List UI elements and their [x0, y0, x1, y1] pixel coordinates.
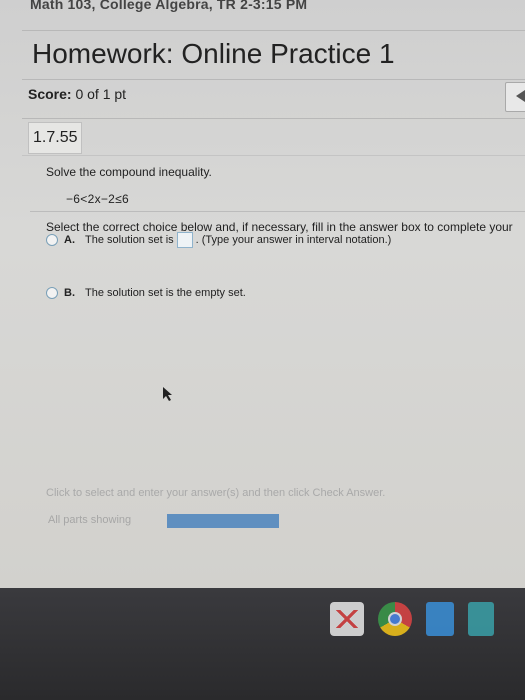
choice-b-letter: B.	[64, 287, 75, 299]
page-title: Homework: Online Practice 1	[32, 38, 395, 69]
choice-a-text-after: . (Type your answer in interval notation…	[195, 234, 392, 246]
inequality-expression: −6<2x−2≤6	[66, 192, 130, 206]
score-display: Score: 0 of 1 pt	[28, 86, 126, 102]
question-prompt: Solve the compound inequality.	[46, 165, 212, 179]
score-label: Score:	[28, 86, 72, 102]
homework-header: Homework: Online Practice 1	[22, 30, 525, 80]
chrome-icon[interactable]	[378, 602, 412, 636]
previous-question-button[interactable]	[505, 82, 525, 112]
mouse-pointer-icon	[163, 387, 172, 401]
choice-a-text-before: The solution set is	[85, 234, 174, 246]
parts-showing-label: All parts showing	[48, 514, 132, 526]
browser-viewport: Math 103, College Algebra, TR 2-3:15 PM …	[0, 0, 525, 588]
files-icon[interactable]	[468, 602, 494, 636]
choice-a-radio[interactable]	[46, 234, 58, 246]
shelf-app-icons	[330, 602, 494, 636]
parts-progress-bar	[167, 514, 279, 528]
course-title: Math 103, College Algebra, TR 2-3:15 PM	[30, 0, 308, 12]
help-hint-text: Click to select and enter your answer(s)…	[46, 487, 386, 499]
arrow-left-icon	[516, 90, 525, 102]
docs-icon[interactable]	[426, 602, 454, 636]
parts-progress-fill	[167, 514, 279, 528]
choice-a[interactable]: A. The solution set is . (Type your answ…	[46, 232, 391, 248]
gmail-icon[interactable]	[330, 602, 364, 636]
question-number: 1.7.55	[28, 122, 83, 154]
divider	[30, 211, 525, 212]
choice-a-letter: A.	[64, 234, 75, 246]
answer-input-box[interactable]	[176, 232, 193, 248]
question-number-row: 1.7.55	[22, 118, 525, 156]
choice-b-text: The solution set is the empty set.	[85, 287, 246, 299]
choice-b[interactable]: B. The solution set is the empty set.	[46, 287, 246, 299]
choice-b-radio[interactable]	[46, 287, 58, 299]
score-value: 0 of 1 pt	[75, 86, 127, 102]
